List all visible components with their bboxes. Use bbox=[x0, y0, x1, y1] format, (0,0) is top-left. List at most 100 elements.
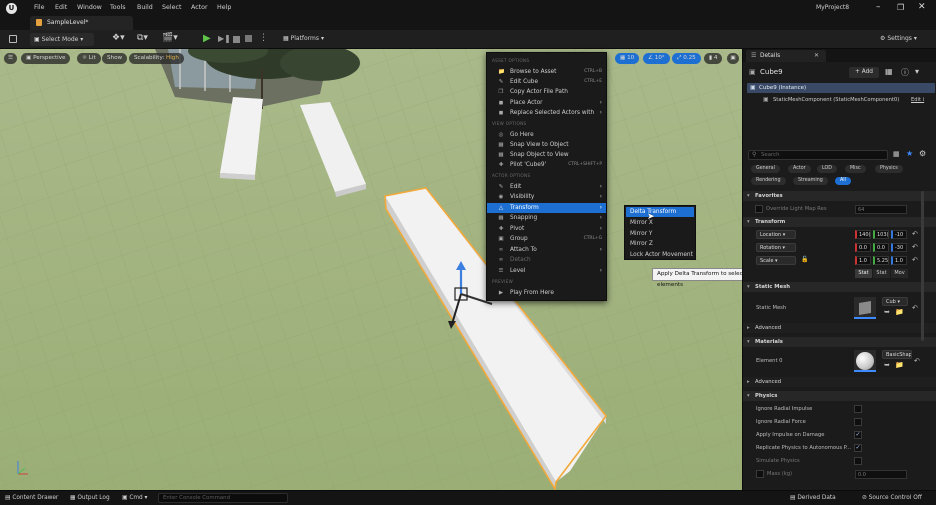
advanced-expander-2[interactable]: Advanced bbox=[743, 377, 936, 387]
rotation-z-field[interactable]: -30 bbox=[891, 243, 907, 252]
submenu-mirror-x[interactable]: Mirror X bbox=[626, 218, 694, 228]
maximize-icon[interactable]: ❐ bbox=[897, 3, 904, 12]
angle-snap-button[interactable]: ∠ 10° bbox=[643, 53, 670, 64]
details-search-input[interactable]: ⚲ Search bbox=[748, 150, 888, 160]
close-icon[interactable]: ✕ bbox=[918, 2, 926, 12]
menu-copy-actor-file-path[interactable]: ❐ Copy Actor File Path bbox=[487, 87, 606, 97]
output-log-button[interactable]: ▦ Output Log bbox=[70, 494, 110, 503]
filter-all[interactable]: All bbox=[835, 177, 851, 185]
use-selected-material-icon[interactable]: ➥ bbox=[884, 361, 890, 369]
mobility-movable-button[interactable]: Mov bbox=[891, 269, 908, 278]
minimize-icon[interactable]: – bbox=[876, 2, 881, 12]
menu-pivot[interactable]: ✚ Pivot › bbox=[487, 224, 606, 234]
more-options-icon[interactable]: ⋮ bbox=[259, 33, 268, 43]
lock-scale-icon[interactable]: 🔓 bbox=[801, 256, 808, 263]
play-icon[interactable]: ▶ bbox=[203, 33, 211, 44]
menu-replace-selected-actors[interactable]: ◼ Replace Selected Actors with › bbox=[487, 108, 606, 118]
favorite-star-icon[interactable]: ★ bbox=[906, 149, 913, 158]
menu-pilot-actor[interactable]: ✚ Pilot 'Cube9' CTRL+SHIFT+P bbox=[487, 160, 606, 170]
scale-snap-button[interactable]: ⤢ 0.25 bbox=[672, 53, 701, 64]
eject-icon[interactable] bbox=[245, 35, 252, 42]
scalability-button[interactable]: Scalability: High bbox=[129, 53, 184, 64]
settings-button[interactable]: ⚙ Settings ▾ bbox=[880, 35, 917, 42]
menu-group[interactable]: ▣ Group CTRL+G bbox=[487, 234, 606, 244]
use-selected-asset-icon[interactable]: ➥ bbox=[884, 308, 890, 316]
simulate-physics-checkbox[interactable] bbox=[854, 457, 862, 465]
material-thumbnail[interactable] bbox=[854, 350, 876, 372]
submenu-lock-actor-movement[interactable]: Lock Actor Movement bbox=[626, 250, 694, 260]
scale-dropdown[interactable]: Scale ▾ bbox=[756, 256, 796, 265]
actor-name-field[interactable]: Cube9 bbox=[760, 68, 783, 76]
menu-file[interactable]: File bbox=[34, 4, 45, 11]
submenu-mirror-y[interactable]: Mirror Y bbox=[626, 229, 694, 239]
location-z-field[interactable]: -10 bbox=[891, 230, 907, 239]
help-icon[interactable]: ⓘ bbox=[901, 67, 909, 78]
location-x-field[interactable]: 140( bbox=[855, 230, 871, 239]
options-icon[interactable]: ▾ bbox=[915, 67, 919, 76]
console-input[interactable]: Enter Console Command bbox=[158, 493, 288, 503]
static-mesh-thumbnail[interactable] bbox=[854, 297, 876, 319]
rotation-x-field[interactable]: 0.0 ° bbox=[855, 243, 871, 252]
menu-edit[interactable]: ✎ Edit › bbox=[487, 182, 606, 192]
filter-actor[interactable]: Actor bbox=[788, 165, 811, 173]
menu-go-here[interactable]: ◎ Go Here bbox=[487, 130, 606, 140]
static-mesh-dropdown[interactable]: Cub ▾ bbox=[882, 297, 908, 306]
menu-tools[interactable]: Tools bbox=[110, 4, 126, 11]
menu-help[interactable]: Help bbox=[217, 4, 231, 11]
filter-general[interactable]: General bbox=[751, 165, 780, 173]
apply-impulse-checkbox[interactable]: ✓ bbox=[854, 431, 862, 439]
show-button[interactable]: Show bbox=[102, 53, 128, 64]
submenu-mirror-z[interactable]: Mirror Z bbox=[626, 239, 694, 249]
filter-lod[interactable]: LOD bbox=[817, 165, 837, 173]
grid-snap-button[interactable]: ▦ 10 bbox=[615, 53, 640, 64]
browse-material-icon[interactable]: 📁 bbox=[895, 361, 904, 369]
menu-play-from-here[interactable]: ▶ Play From Here bbox=[487, 288, 606, 298]
platforms-button[interactable]: ▦ Platforms ▾ bbox=[283, 35, 324, 42]
menu-browse-to-asset[interactable]: 📁 Browse to Asset CTRL+B bbox=[487, 67, 606, 77]
edit-in-cpp-link[interactable]: Edit i bbox=[911, 97, 924, 103]
add-content-icon[interactable]: ❖▾ bbox=[112, 33, 125, 43]
material-dropdown[interactable]: BasicShap bbox=[882, 350, 912, 359]
rotation-dropdown[interactable]: Rotation ▾ bbox=[756, 243, 796, 252]
mass-override-checkbox[interactable] bbox=[756, 470, 764, 478]
reset-material-icon[interactable]: ↶ bbox=[914, 357, 920, 365]
browse-asset-icon[interactable]: 📁 bbox=[895, 308, 904, 316]
scale-x-field[interactable]: 1.0 bbox=[855, 256, 871, 265]
maximize-viewport-icon[interactable]: ▣ bbox=[727, 53, 739, 64]
settings-gear-icon[interactable]: ⚙ bbox=[919, 149, 926, 158]
lightmap-res-field[interactable]: 64 bbox=[855, 205, 907, 214]
mobility-static-button[interactable]: Stat bbox=[855, 269, 872, 278]
menu-snap-object-to-view[interactable]: ▦ Snap Object to View bbox=[487, 150, 606, 160]
content-drawer-button[interactable]: ▤ Content Drawer bbox=[5, 494, 58, 503]
override-lightmap-checkbox[interactable] bbox=[755, 205, 763, 213]
step-icon[interactable]: ▶❚ bbox=[218, 34, 231, 43]
mass-field[interactable]: 0.0 bbox=[855, 470, 907, 479]
menu-snap-view-to-object[interactable]: ▦ Snap View to Object bbox=[487, 140, 606, 150]
favorites-header[interactable]: Favorites bbox=[743, 191, 936, 201]
ignore-radial-force-checkbox[interactable] bbox=[854, 418, 862, 426]
component-row[interactable]: ▣ StaticMeshComponent (StaticMeshCompone… bbox=[747, 95, 935, 105]
submenu-delta-transform[interactable]: Delta Transform bbox=[626, 207, 694, 217]
reset-scale-icon[interactable]: ↶ bbox=[912, 256, 918, 264]
details-scrollbar[interactable] bbox=[921, 191, 924, 341]
level-viewport[interactable]: ☰ ▣ Perspective ☼ Lit Show Scalability: … bbox=[0, 49, 742, 490]
filter-rendering[interactable]: Rendering bbox=[751, 177, 786, 185]
unreal-logo-icon[interactable]: U bbox=[6, 3, 17, 14]
replicate-physics-checkbox[interactable]: ✓ bbox=[854, 444, 862, 452]
table-view-icon[interactable]: ▦ bbox=[893, 150, 900, 158]
menu-place-actor[interactable]: ◼ Place Actor › bbox=[487, 98, 606, 108]
static-mesh-header[interactable]: Static Mesh bbox=[743, 282, 936, 292]
stop-icon[interactable] bbox=[233, 36, 240, 43]
save-icon[interactable] bbox=[9, 35, 17, 43]
menu-actor[interactable]: Actor bbox=[191, 4, 208, 11]
close-tab-icon[interactable]: ✕ bbox=[814, 52, 819, 59]
menu-select[interactable]: Select bbox=[162, 4, 181, 11]
add-component-button[interactable]: + Add bbox=[849, 67, 879, 78]
source-control-button[interactable]: ⊘ Source Control Off bbox=[862, 494, 922, 503]
cmd-button[interactable]: ▣ Cmd ▾ bbox=[122, 494, 147, 503]
component-instance-row[interactable]: ▣ Cube9 (Instance) bbox=[747, 83, 935, 93]
mobility-stationary-button[interactable]: Stat bbox=[873, 269, 890, 278]
menu-build[interactable]: Build bbox=[137, 4, 153, 11]
reset-rotation-icon[interactable]: ↶ bbox=[912, 243, 918, 251]
reset-mesh-icon[interactable]: ↶ bbox=[912, 304, 918, 312]
